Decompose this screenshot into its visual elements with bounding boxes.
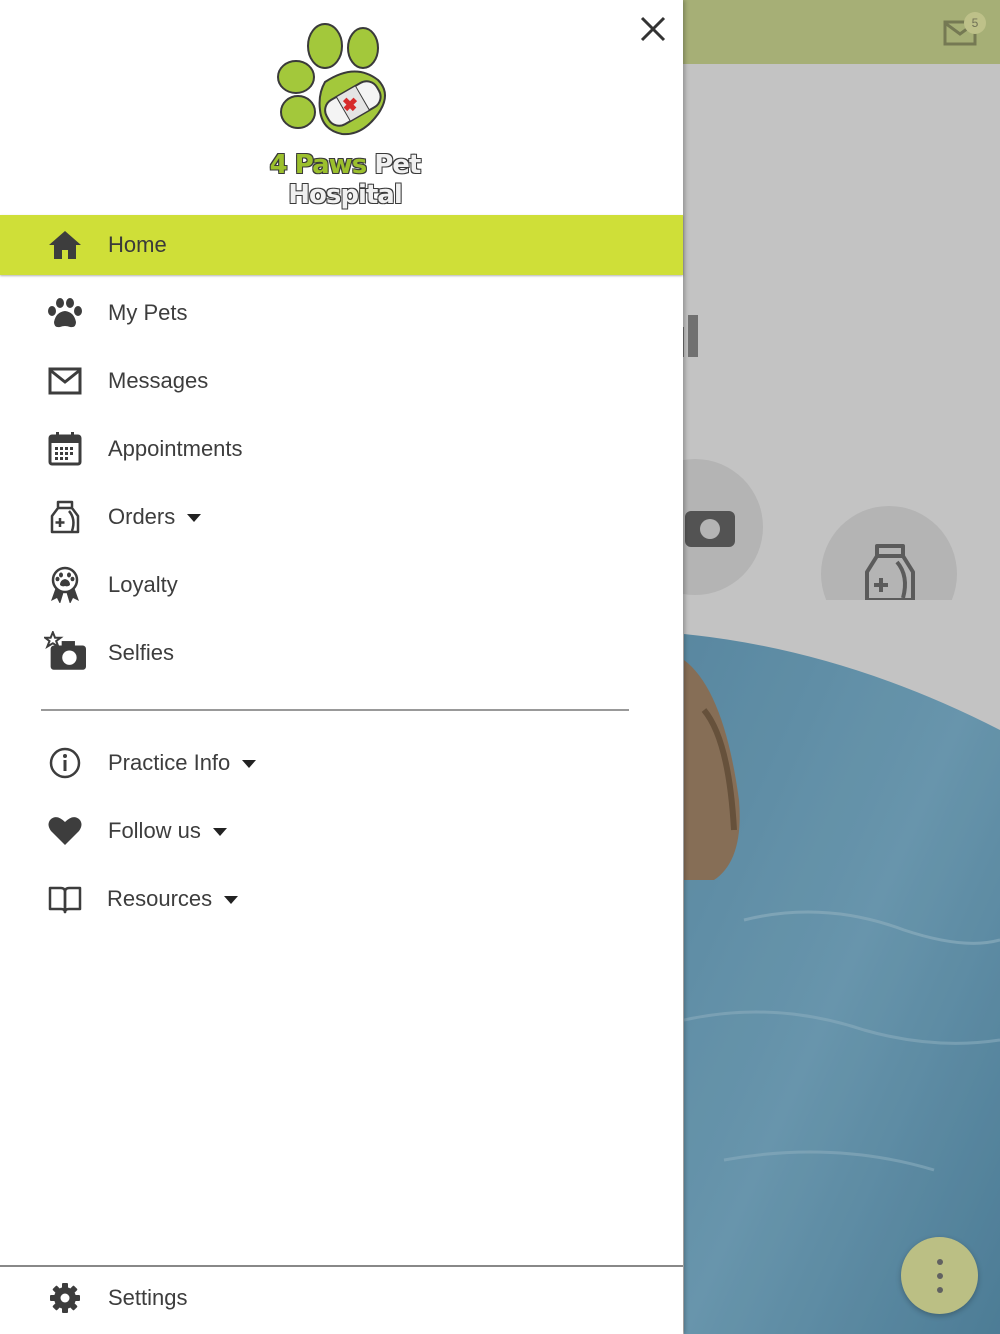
menu-item-label: Resources: [107, 886, 239, 912]
menu-item-follow-us[interactable]: Follow us: [0, 801, 683, 861]
menu-item-loyalty[interactable]: Loyalty: [0, 555, 683, 615]
menu-item-label: Follow us: [108, 818, 227, 844]
menu-item-label: Messages: [108, 368, 209, 393]
menu-item-messages[interactable]: Messages: [0, 351, 683, 411]
paw-icon: [48, 298, 82, 328]
chevron-down-icon: [212, 828, 227, 837]
menu-item-my-pets[interactable]: My Pets: [0, 283, 683, 343]
practice-name: 4 Paws Pet Hospital: [210, 150, 480, 210]
menu-item-practice-info[interactable]: Practice Info: [0, 733, 683, 793]
menu-item-label: Settings: [108, 1285, 188, 1310]
menu-item-label: Orders: [108, 504, 202, 530]
menu-item-label: My Pets: [108, 300, 188, 325]
menu-item-label: Selfies: [108, 640, 175, 665]
home-icon: [49, 231, 81, 259]
menu-item-orders[interactable]: Orders: [0, 487, 683, 547]
practice-name-part-1: 4 Paws: [269, 150, 368, 180]
menu-item-appointments[interactable]: Appointments: [0, 419, 683, 479]
paw-logo-icon: [277, 23, 386, 136]
menu-divider: [41, 709, 629, 711]
navigation-drawer: 4 Paws Pet Hospital Home My Pets Message…: [0, 0, 683, 1334]
menu-item-label: Home: [108, 232, 167, 257]
gear-icon: [50, 1283, 80, 1313]
camera-star-icon: [44, 631, 86, 670]
calendar-icon: [48, 432, 82, 466]
menu-item-selfies[interactable]: Selfies: [0, 623, 683, 683]
chevron-down-icon: [224, 896, 239, 905]
close-icon[interactable]: [636, 12, 670, 46]
award-ribbon-icon: [51, 566, 79, 603]
footer-divider: [0, 1265, 683, 1267]
chevron-down-icon: [242, 760, 257, 769]
menu-item-label: Appointments: [108, 436, 243, 461]
info-icon: [49, 747, 81, 779]
menu-item-resources[interactable]: Resources: [0, 869, 683, 929]
menu-item-home[interactable]: Home: [0, 215, 683, 275]
menu-item-settings[interactable]: Settings: [0, 1268, 683, 1328]
menu-item-label: Practice Info: [108, 750, 257, 776]
menu-item-label: Loyalty: [108, 572, 178, 597]
chevron-down-icon: [187, 514, 202, 523]
pet-food-bag-icon: [50, 500, 80, 534]
book-icon: [48, 886, 82, 914]
practice-logo: 4 Paws Pet Hospital: [210, 22, 480, 210]
heart-icon: [48, 817, 82, 845]
mail-icon: [48, 367, 82, 395]
